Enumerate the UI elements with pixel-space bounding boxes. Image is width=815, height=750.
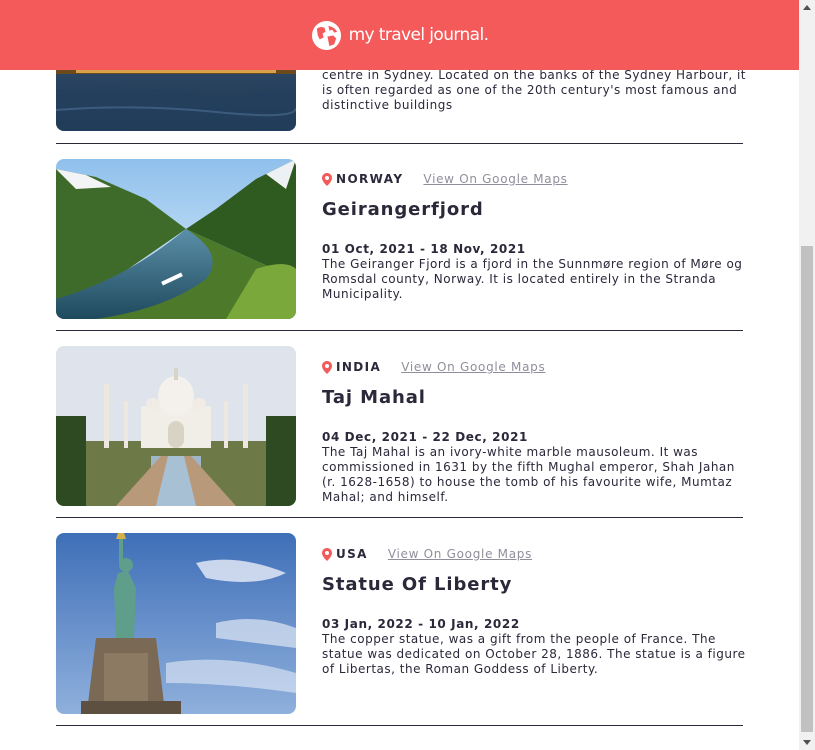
entry-title: Taj Mahal: [322, 387, 426, 408]
entry-dates: 03 Jan, 2022 - 10 Jan, 2022: [322, 617, 520, 631]
geirangerfjord-photo: [56, 159, 296, 319]
journal-entry-norway: NORWAY View On Google Maps Geirangerfjor…: [56, 159, 743, 319]
entry-description: centre in Sydney. Located on the banks o…: [322, 68, 747, 112]
entry-divider: [56, 330, 743, 331]
journal-entry-india: INDIA View On Google Maps Taj Mahal 04 D…: [56, 346, 743, 506]
scroll-down-arrow-icon[interactable]: [803, 740, 811, 745]
location-pin-icon: [322, 360, 332, 374]
entry-dates: 04 Dec, 2021 - 22 Dec, 2021: [322, 430, 528, 444]
scroll-up-arrow-icon[interactable]: [803, 5, 811, 10]
entry-description: The Taj Mahal is an ivory-white marble m…: [322, 445, 735, 504]
entry-title: Geirangerfjord: [322, 199, 484, 220]
entry-description: The Geiranger Fjord is a fjord in the Su…: [322, 257, 743, 301]
entry-divider: [56, 517, 743, 518]
view-on-google-maps-link[interactable]: View On Google Maps: [401, 360, 545, 374]
vertical-scrollbar[interactable]: [799, 0, 815, 750]
app-header: my travel journal.: [0, 0, 799, 70]
scrollbar-thumb[interactable]: [801, 246, 813, 732]
app-title: my travel journal.: [348, 25, 489, 45]
entry-divider: [56, 725, 743, 726]
journal-entry-usa: USA View On Google Maps Statue Of Libert…: [56, 533, 745, 714]
entry-description: The copper statue, was a gift from the p…: [322, 632, 746, 676]
entry-dates: 01 Oct, 2021 - 18 Nov, 2021: [322, 242, 526, 256]
view-on-google-maps-link[interactable]: View On Google Maps: [423, 172, 567, 186]
entry-country: NORWAY: [336, 172, 404, 186]
globe-icon: [311, 20, 341, 50]
taj-mahal-photo: [56, 346, 296, 506]
entry-divider: [56, 143, 743, 144]
statue-of-liberty-photo: [56, 533, 296, 714]
entry-country: INDIA: [336, 360, 382, 374]
view-on-google-maps-link[interactable]: View On Google Maps: [388, 547, 532, 561]
entry-title: Statue Of Liberty: [322, 574, 513, 595]
location-pin-icon: [322, 547, 332, 561]
entry-country: USA: [336, 547, 368, 561]
location-pin-icon: [322, 172, 332, 186]
logo: my travel journal.: [311, 20, 489, 51]
